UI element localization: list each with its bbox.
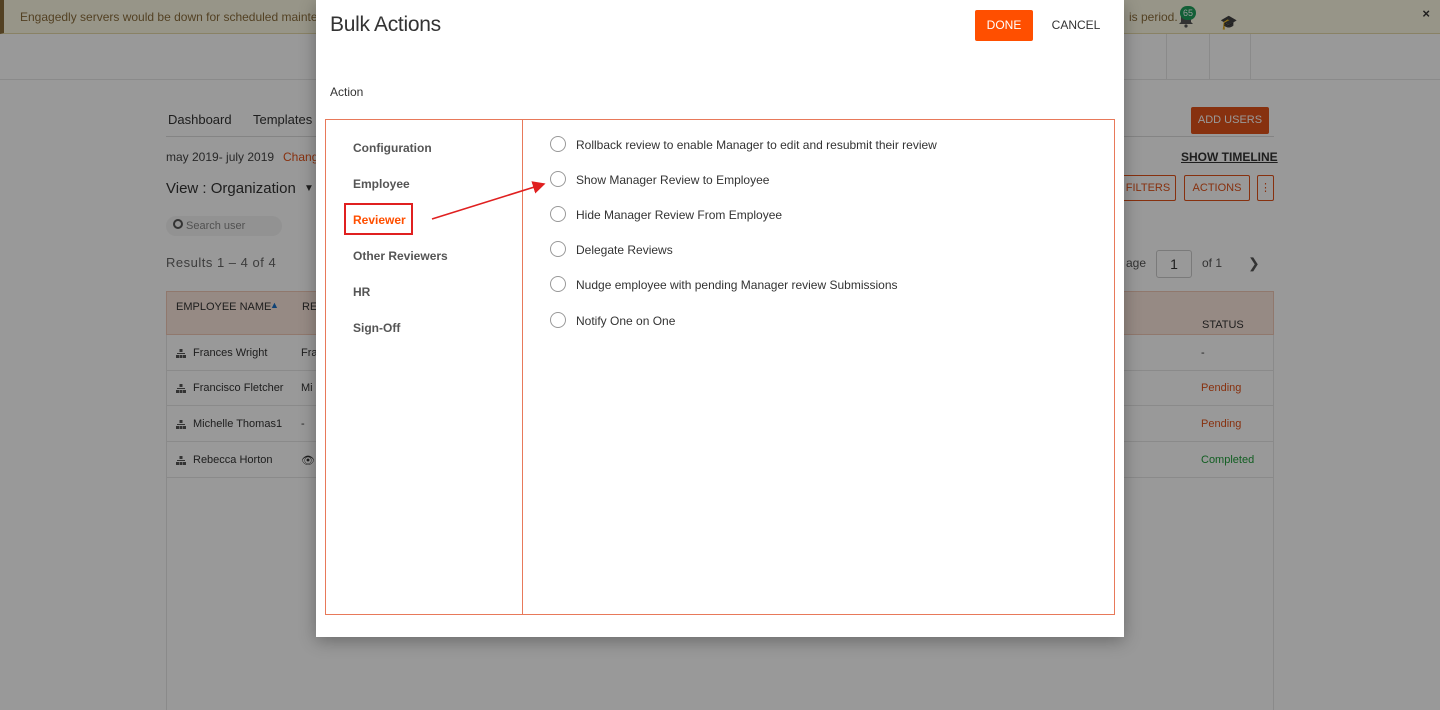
option-label: Hide Manager Review From Employee	[576, 208, 783, 222]
annotation-arrow-icon	[431, 181, 546, 220]
category-hr[interactable]: HR	[353, 285, 370, 299]
done-button[interactable]: DONE	[975, 10, 1033, 41]
option-label: Rollback review to enable Manager to edi…	[576, 138, 937, 152]
category-sign-off[interactable]: Sign-Off	[353, 321, 400, 335]
action-panel: Configuration Employee Reviewer Other Re…	[325, 119, 1115, 615]
option-label: Notify One on One	[576, 314, 676, 328]
option-label: Show Manager Review to Employee	[576, 173, 770, 187]
radio-button[interactable]	[550, 276, 566, 292]
cancel-button[interactable]: CANCEL	[1043, 10, 1109, 41]
modal-title: Bulk Actions	[330, 13, 441, 36]
option-label: Delegate Reviews	[576, 243, 673, 257]
action-label: Action	[330, 85, 364, 99]
bulk-actions-modal: Bulk Actions DONE CANCEL Action Configur…	[316, 0, 1124, 637]
category-other-reviewers[interactable]: Other Reviewers	[353, 249, 448, 263]
radio-button[interactable]	[550, 241, 566, 257]
radio-button[interactable]	[550, 312, 566, 328]
option-label: Nudge employee with pending Manager revi…	[576, 278, 898, 292]
